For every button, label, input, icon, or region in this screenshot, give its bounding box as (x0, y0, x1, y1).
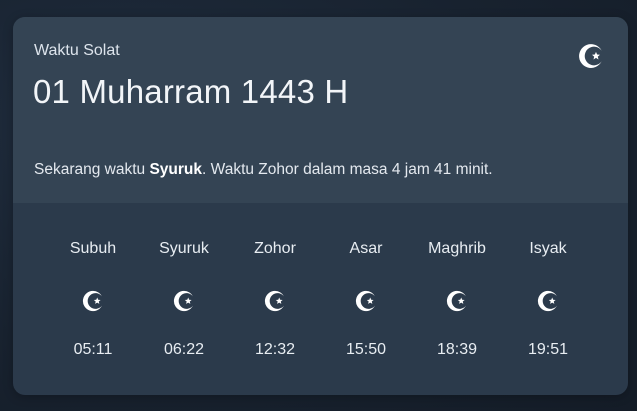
widget-label: Waktu Solat (34, 42, 120, 59)
moon-star-icon (446, 290, 468, 312)
prayer-name: Zohor (254, 240, 296, 257)
prayer-time: 06:22 (163, 341, 205, 358)
prayer-name: Syuruk (159, 240, 209, 257)
current-prayer-status: Sekarang waktu Syuruk. Waktu Zohor dalam… (34, 161, 493, 179)
prayer-name: Maghrib (428, 240, 486, 257)
moon-star-icon (264, 290, 286, 312)
moon-star-icon (355, 290, 377, 312)
prayer-name: Subuh (69, 240, 117, 257)
moon-star-icon (173, 290, 195, 312)
status-prefix: Sekarang waktu (34, 161, 150, 178)
moon-star-icon (537, 290, 559, 312)
moon-star-icon (82, 290, 104, 312)
prayer-name: Isyak (529, 240, 567, 257)
current-prayer-name: Syuruk (149, 161, 203, 178)
prayer-name: Asar (349, 240, 383, 257)
prayer-time: 18:39 (436, 341, 478, 358)
hijri-date: 01 Muharram 1443 H (33, 73, 349, 110)
prayer-time: 15:50 (345, 341, 387, 358)
status-suffix: . Waktu Zohor dalam masa 4 jam 41 minit. (202, 161, 493, 178)
prayer-time: 12:32 (254, 341, 296, 358)
prayer-times-card: Waktu Solat 01 Muharram 1443 H Sekarang … (13, 17, 628, 395)
prayer-times-row: Subuh 05:11 Syuruk 06:22 Zohor 12:32 Asa… (13, 203, 628, 395)
moon-star-icon (578, 43, 604, 69)
prayer-time: 19:51 (527, 341, 569, 358)
card-header: Waktu Solat 01 Muharram 1443 H Sekarang … (13, 17, 628, 203)
prayer-time: 05:11 (73, 341, 113, 358)
